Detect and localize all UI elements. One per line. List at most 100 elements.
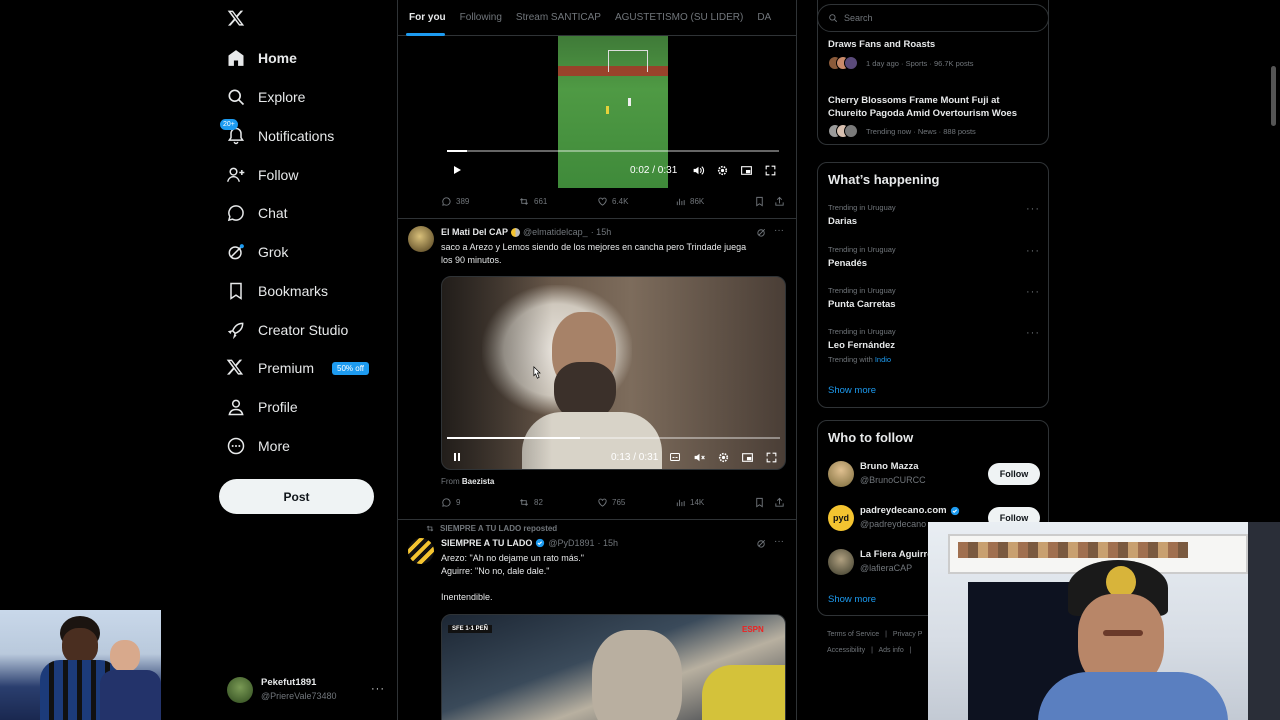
- nav-explore[interactable]: Explore: [226, 80, 305, 114]
- footer-links: Terms of Service | Privacy P: [827, 631, 923, 638]
- show-more-link[interactable]: Show more: [828, 594, 876, 605]
- video-progress-track[interactable]: [447, 437, 780, 439]
- trend-meta: Trending in Uruguay: [828, 245, 896, 254]
- reply-button[interactable]: 389: [441, 196, 469, 207]
- repost-button[interactable]: 82: [518, 497, 543, 508]
- footer-links: Accessibility | Ads info |: [827, 647, 912, 654]
- tweet-time[interactable]: · 15h: [598, 538, 619, 548]
- volume-icon[interactable]: [692, 164, 705, 177]
- tab-stream-santicap[interactable]: Stream SANTICAP: [509, 0, 608, 36]
- reply-count: 389: [456, 197, 470, 206]
- more-dots-icon[interactable]: ···: [371, 683, 385, 695]
- bookmark-button[interactable]: [754, 497, 765, 508]
- more-dots-icon[interactable]: ···: [1026, 245, 1040, 257]
- trend-meta: Trending in Uruguay: [828, 327, 896, 336]
- follow-button[interactable]: Follow: [988, 463, 1040, 485]
- avatar[interactable]: [408, 538, 434, 564]
- views-button[interactable]: 86K: [675, 196, 704, 207]
- trend-name: Punta Carretas: [828, 299, 896, 310]
- video-progress-track[interactable]: [447, 150, 779, 152]
- reply-button[interactable]: 9: [441, 497, 460, 508]
- nav-label: Follow: [258, 167, 299, 183]
- bookmark-icon: [756, 497, 763, 508]
- rocket-icon: [226, 320, 246, 340]
- tab-agustetismo[interactable]: AGUSTETISMO (SU LIDER): [608, 0, 750, 36]
- fullscreen-icon[interactable]: [765, 451, 778, 464]
- repost-context[interactable]: SIEMPRE A TU LADO reposted: [425, 524, 557, 533]
- nav-notifications[interactable]: 20+ Notifications: [220, 119, 334, 153]
- grok-icon[interactable]: [756, 538, 767, 549]
- views-button[interactable]: 14K: [675, 497, 704, 508]
- x-icon: [226, 358, 246, 378]
- more-dots-icon[interactable]: ···: [774, 536, 784, 547]
- views-icon: [676, 499, 685, 507]
- tab-da[interactable]: DA: [750, 0, 778, 36]
- mute-icon[interactable]: [693, 451, 706, 464]
- tab-for-you[interactable]: For you: [398, 0, 453, 36]
- suggestion-name: Bruno Mazza: [860, 461, 919, 472]
- like-button[interactable]: 765: [597, 497, 625, 508]
- trend-with-link[interactable]: Indio: [875, 355, 891, 364]
- bookmark-button[interactable]: [754, 196, 765, 207]
- nav-label: Premium: [258, 360, 315, 376]
- author-handle[interactable]: @PyD1891: [548, 538, 594, 548]
- trend-item[interactable]: Trending in Uruguay Punta Carretas ···: [818, 282, 1050, 320]
- video-player[interactable]: 0:02 / 0:31: [441, 36, 786, 188]
- nav-label: Creator Studio: [258, 322, 349, 338]
- x-logo[interactable]: [227, 9, 245, 27]
- grok-icon[interactable]: [756, 227, 767, 238]
- tweet-time[interactable]: · 15h: [591, 227, 612, 237]
- video-player[interactable]: SFE 1-1 PEÑ ESPN: [441, 614, 786, 720]
- scrollbar-thumb[interactable]: [1271, 66, 1276, 126]
- nav-bookmarks[interactable]: Bookmarks: [226, 274, 328, 308]
- play-icon[interactable]: [451, 164, 463, 176]
- trend-item[interactable]: Trending in Uruguay Darias ···: [818, 199, 1050, 237]
- captions-icon[interactable]: [669, 451, 681, 463]
- nav-grok[interactable]: Grok: [226, 235, 288, 269]
- story-title[interactable]: Cherry Blossoms Frame Mount Fuji at Chur…: [828, 94, 1017, 120]
- nav-creator-studio[interactable]: Creator Studio: [226, 313, 348, 347]
- more-dots-icon[interactable]: ···: [1026, 327, 1040, 339]
- more-dots-icon[interactable]: ···: [1026, 286, 1040, 298]
- fullscreen-icon[interactable]: [764, 164, 777, 177]
- settings-icon[interactable]: [716, 164, 729, 177]
- nav-more[interactable]: More: [226, 429, 290, 463]
- share-button[interactable]: [774, 196, 785, 207]
- share-button[interactable]: [774, 497, 785, 508]
- author-name[interactable]: El Mati Del CAP: [441, 227, 508, 237]
- author-handle[interactable]: @elmatidelcap_: [523, 227, 588, 237]
- trend-item[interactable]: Trending in Uruguay Penadés ···: [818, 241, 1050, 279]
- footer-link[interactable]: Privacy P: [893, 631, 923, 638]
- footer-link[interactable]: Terms of Service: [827, 631, 879, 638]
- settings-icon[interactable]: [717, 451, 730, 464]
- pip-icon[interactable]: [740, 164, 753, 177]
- story-title[interactable]: Draws Fans and Roasts: [828, 39, 935, 51]
- nav-home[interactable]: Home: [226, 41, 297, 75]
- trend-context: Trending with Indio: [828, 355, 891, 364]
- avatar[interactable]: [408, 226, 434, 252]
- nav-profile[interactable]: Profile: [226, 390, 298, 424]
- like-button[interactable]: 6.4K: [597, 196, 628, 207]
- heart-icon: [598, 197, 607, 206]
- nav-follow[interactable]: Follow: [226, 158, 298, 192]
- repost-button[interactable]: 661: [518, 196, 547, 207]
- post-button[interactable]: Post: [219, 479, 374, 514]
- more-dots-icon[interactable]: ···: [774, 225, 784, 236]
- footer-link[interactable]: Ads info: [878, 647, 903, 654]
- show-more-link[interactable]: Show more: [828, 385, 876, 396]
- author-name[interactable]: SIEMPRE A TU LADO: [441, 538, 532, 548]
- avatar-stack: [828, 124, 858, 140]
- account-switcher[interactable]: Pekefut1891 @PriereVale73480 ···: [224, 674, 394, 708]
- trend-item[interactable]: Trending in Uruguay Leo Fernández Trendi…: [818, 323, 1050, 371]
- more-dots-icon[interactable]: ···: [1026, 203, 1040, 215]
- tab-following[interactable]: Following: [453, 0, 509, 36]
- pip-icon[interactable]: [741, 451, 754, 464]
- nav-premium[interactable]: Premium 50% off: [226, 351, 369, 385]
- chat-icon: [226, 203, 246, 223]
- video-player[interactable]: 0:13 / 0:31: [441, 276, 786, 470]
- footer-link[interactable]: Accessibility: [827, 647, 865, 654]
- follow-suggestion[interactable]: Bruno Mazza @BrunoCURCC Follow: [818, 457, 1050, 493]
- nav-chat[interactable]: Chat: [226, 196, 288, 230]
- pause-icon[interactable]: [451, 451, 463, 463]
- source-name[interactable]: Baezista: [462, 477, 494, 486]
